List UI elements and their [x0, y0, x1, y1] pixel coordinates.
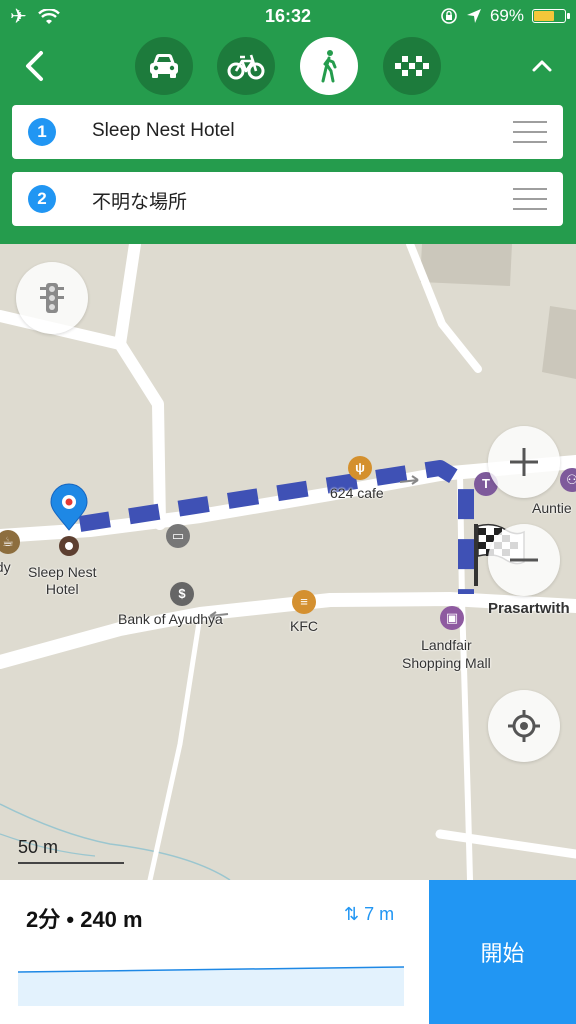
start-navigation-button[interactable]: 開始 [429, 880, 576, 1024]
waypoint-label: 不明な場所 [92, 192, 188, 213]
chevron-left-icon [26, 51, 43, 81]
plus-icon [510, 448, 538, 476]
collapse-button[interactable] [522, 46, 562, 86]
elevation-chart [18, 966, 404, 1006]
route-header: 1 Sleep Nest Hotel 2 不明な場所 [0, 34, 576, 244]
waypoint-label: Sleep Nest Hotel [92, 120, 235, 141]
taxi-icon [395, 56, 429, 76]
scale-bar [18, 862, 124, 864]
elevation-info: ⇅ 7 m [344, 904, 394, 925]
car-icon [150, 54, 178, 78]
poi-label-auntie: Auntie [532, 500, 572, 516]
walk-icon [321, 50, 337, 83]
poi-label-bank: Bank of Ayudhya [118, 611, 223, 627]
bicycle-icon [227, 54, 265, 80]
map-scale: 50 m [18, 837, 124, 864]
zoom-in-button[interactable] [488, 426, 560, 498]
poi-label-cafe: 624 cafe [330, 485, 384, 501]
waypoint-origin[interactable]: 1 Sleep Nest Hotel [12, 105, 563, 159]
poi-label-kfc: KFC [290, 618, 318, 634]
traffic-toggle-button[interactable] [16, 262, 88, 334]
my-location-button[interactable] [488, 690, 560, 762]
route-separator: • [66, 907, 75, 932]
mode-car-button[interactable] [135, 37, 193, 95]
traffic-light-icon [40, 283, 64, 313]
drag-handle-icon[interactable] [513, 121, 547, 143]
waypoint-destination[interactable]: 2 不明な場所 [12, 172, 563, 226]
elevation-arrows-icon: ⇅ [344, 904, 360, 924]
status-right: 69% [440, 6, 570, 26]
waypoint-number: 1 [28, 118, 56, 146]
route-duration: 2分 [26, 907, 61, 932]
mode-taxi-button[interactable] [383, 37, 441, 95]
poi-label-hotel: Sleep Nest Hotel [28, 564, 97, 597]
mode-bicycle-button[interactable] [217, 37, 275, 95]
burger-icon[interactable]: ≡ [292, 590, 316, 614]
chevron-up-icon [532, 60, 552, 72]
battery-percent: 69% [489, 6, 524, 25]
drag-handle-icon[interactable] [513, 188, 547, 210]
poi-label-prasart: Prasartwith [488, 600, 570, 617]
status-bar: ✈ 16:32 69% [0, 0, 576, 34]
battery-icon [532, 9, 570, 23]
zoom-out-button[interactable] [488, 524, 560, 596]
minus-icon [510, 558, 538, 562]
map-view[interactable]: ☕ ndy ▭ $ Bank of Ayudhya ≡ KFC ψ 624 ca… [0, 244, 576, 880]
mode-walk-button[interactable] [300, 37, 358, 95]
poi-label-andy: ndy [0, 559, 11, 575]
elevation-value: 7 m [364, 904, 395, 924]
scale-label: 50 m [18, 837, 59, 857]
rotation-lock-icon [441, 8, 457, 24]
back-button[interactable] [14, 46, 54, 86]
poi-label-mall: Landfair Shopping Mall [402, 637, 491, 671]
crosshair-icon [508, 710, 540, 742]
origin-pin-icon [50, 483, 88, 556]
bank-icon[interactable]: $ [170, 582, 194, 606]
atm-icon[interactable]: ▭ [166, 524, 190, 548]
route-summary-panel: 2分 • 240 m ⇅ 7 m 開始 [0, 880, 576, 1024]
restaurant-icon[interactable]: ψ [348, 456, 372, 480]
location-arrow-icon [466, 9, 481, 23]
route-distance: 240 m [80, 907, 143, 932]
waypoint-number: 2 [28, 185, 56, 213]
route-summary: 2分 • 240 m [26, 902, 143, 934]
shopping-bag-icon[interactable]: ▣ [440, 606, 464, 630]
